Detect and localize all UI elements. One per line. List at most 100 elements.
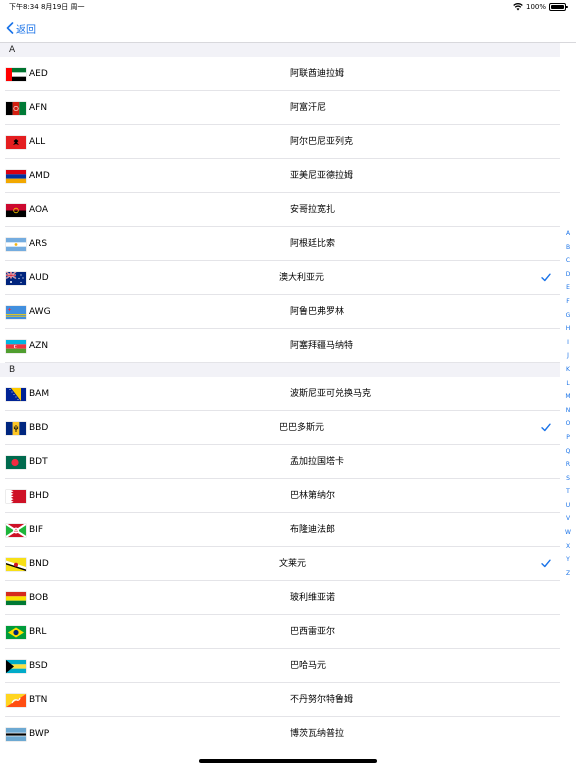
currency-row-afn[interactable]: AFN 阿富汗尼: [0, 91, 560, 125]
flag-angola-icon: [6, 204, 26, 217]
index-letter-n[interactable]: N: [560, 404, 576, 418]
section-header-a: A: [0, 43, 560, 57]
index-letter-o[interactable]: O: [560, 417, 576, 431]
currency-row-bwp[interactable]: BWP 博茨瓦纳普拉: [0, 717, 560, 751]
flag-bahrain-icon: [6, 490, 26, 503]
index-letter-s[interactable]: S: [560, 472, 576, 486]
currency-row-amd[interactable]: AMD 亚美尼亚德拉姆: [0, 159, 560, 193]
flag-uae-icon: [6, 68, 26, 81]
currency-code: AED: [29, 69, 48, 79]
currency-row-brl[interactable]: BRL 巴西雷亚尔: [0, 615, 560, 649]
currency-row-azn[interactable]: AZN 阿塞拜疆马纳特: [0, 329, 560, 363]
flag-australia-icon: [6, 272, 26, 285]
checkmark-icon: [541, 423, 551, 432]
currency-row-bbd[interactable]: BBD 巴巴多斯元: [0, 411, 560, 445]
currency-code: BAM: [29, 389, 50, 399]
currency-name: 巴林第纳尔: [290, 491, 336, 501]
index-letter-p[interactable]: P: [560, 431, 576, 445]
currency-row-bhd[interactable]: BHD 巴林第纳尔: [0, 479, 560, 513]
battery-icon: [549, 3, 568, 11]
currency-row-bam[interactable]: BAM 波斯尼亚可兑换马克: [0, 377, 560, 411]
flag-bosnia-icon: [6, 388, 26, 401]
currency-row-bif[interactable]: BIF 布隆迪法郎: [0, 513, 560, 547]
index-letter-c[interactable]: C: [560, 254, 576, 268]
index-letter-z[interactable]: Z: [560, 567, 576, 581]
currency-code: AUD: [29, 273, 49, 283]
index-letter-t[interactable]: T: [560, 485, 576, 499]
currency-name: 亚美尼亚德拉姆: [290, 171, 354, 181]
currency-code: BDT: [29, 457, 48, 467]
index-letter-i[interactable]: I: [560, 336, 576, 350]
currency-code: ARS: [29, 239, 48, 249]
currency-name: 阿鲁巴弗罗林: [290, 307, 345, 317]
index-letter-h[interactable]: H: [560, 322, 576, 336]
flag-afghanistan-icon: [6, 102, 26, 115]
currency-row-ars[interactable]: ARS 阿根廷比索: [0, 227, 560, 261]
currency-code: AMD: [29, 171, 50, 181]
status-bar: 下午8:34 8月19日 周一 100%: [0, 0, 576, 14]
back-button-label: 返回: [16, 24, 36, 36]
currency-code: BSD: [29, 661, 48, 671]
currency-code: AFN: [29, 103, 48, 113]
back-button[interactable]: 返回: [6, 14, 36, 42]
index-letter-u[interactable]: U: [560, 499, 576, 513]
index-letter-w[interactable]: W: [560, 526, 576, 540]
currency-code: BTN: [29, 695, 48, 705]
battery-percent: 100%: [525, 3, 546, 11]
flag-barbados-icon: [6, 422, 26, 435]
flag-armenia-icon: [6, 170, 26, 183]
currency-name: 阿根廷比索: [290, 239, 336, 249]
index-letter-d[interactable]: D: [560, 268, 576, 282]
index-letter-l[interactable]: L: [560, 377, 576, 391]
currency-code: BRL: [29, 627, 47, 637]
index-letter-v[interactable]: V: [560, 512, 576, 526]
flag-aruba-icon: [6, 306, 26, 319]
currency-row-bsd[interactable]: BSD 巴哈马元: [0, 649, 560, 683]
index-letter-g[interactable]: G: [560, 309, 576, 323]
currency-row-all[interactable]: ALL 阿尔巴尼亚列克: [0, 125, 560, 159]
currency-row-aoa[interactable]: AOA 安哥拉宽扎: [0, 193, 560, 227]
index-letter-y[interactable]: Y: [560, 553, 576, 567]
index-letter-r[interactable]: R: [560, 458, 576, 472]
flag-azerbaijan-icon: [6, 340, 26, 353]
currency-code: BBD: [29, 423, 49, 433]
index-letter-m[interactable]: M: [560, 390, 576, 404]
currency-row-bob[interactable]: BOB 玻利维亚诺: [0, 581, 560, 615]
currency-row-bdt[interactable]: BDT 孟加拉国塔卡: [0, 445, 560, 479]
status-time-date: 下午8:34 8月19日 周一: [9, 3, 85, 11]
currency-name: 阿塞拜疆马纳特: [290, 341, 354, 351]
section-index-bar[interactable]: ABCDEFGHIJKLMNOPQRSTUVWXYZ: [560, 227, 576, 580]
currency-name: 不丹努尔特鲁姆: [290, 695, 354, 705]
currency-code: BIF: [29, 525, 44, 535]
currency-name: 博茨瓦纳普拉: [290, 729, 345, 739]
index-letter-f[interactable]: F: [560, 295, 576, 309]
row-divider: [5, 362, 560, 363]
chevron-left-icon: [6, 22, 14, 34]
index-letter-x[interactable]: X: [560, 540, 576, 554]
currency-code: BWP: [29, 729, 50, 739]
index-letter-q[interactable]: Q: [560, 445, 576, 459]
index-letter-a[interactable]: A: [560, 227, 576, 241]
flag-brazil-icon: [6, 626, 26, 639]
currency-name: 安哥拉宽扎: [290, 205, 336, 215]
flag-brunei-icon: [6, 558, 26, 571]
index-letter-b[interactable]: B: [560, 241, 576, 255]
currency-code: BOB: [29, 593, 49, 603]
checkmark-icon: [541, 273, 551, 282]
currency-name: 文莱元: [279, 559, 307, 569]
currency-row-btn[interactable]: BTN 不丹努尔特鲁姆: [0, 683, 560, 717]
currency-name: 布隆迪法郎: [290, 525, 336, 535]
currency-row-aud[interactable]: AUD 澳大利亚元: [0, 261, 560, 295]
currency-name: 波斯尼亚可兑换马克: [290, 389, 372, 399]
currency-row-bnd[interactable]: BND 文莱元: [0, 547, 560, 581]
home-indicator[interactable]: [199, 759, 377, 763]
flag-bolivia-icon: [6, 592, 26, 605]
currency-name: 阿联酋迪拉姆: [290, 69, 345, 79]
currency-row-aed[interactable]: AED 阿联酋迪拉姆: [0, 57, 560, 91]
index-letter-k[interactable]: K: [560, 363, 576, 377]
flag-albania-icon: [6, 136, 26, 149]
currency-row-awg[interactable]: AWG 阿鲁巴弗罗林: [0, 295, 560, 329]
currency-code: BND: [29, 559, 49, 569]
index-letter-e[interactable]: E: [560, 281, 576, 295]
index-letter-j[interactable]: J: [560, 349, 576, 363]
